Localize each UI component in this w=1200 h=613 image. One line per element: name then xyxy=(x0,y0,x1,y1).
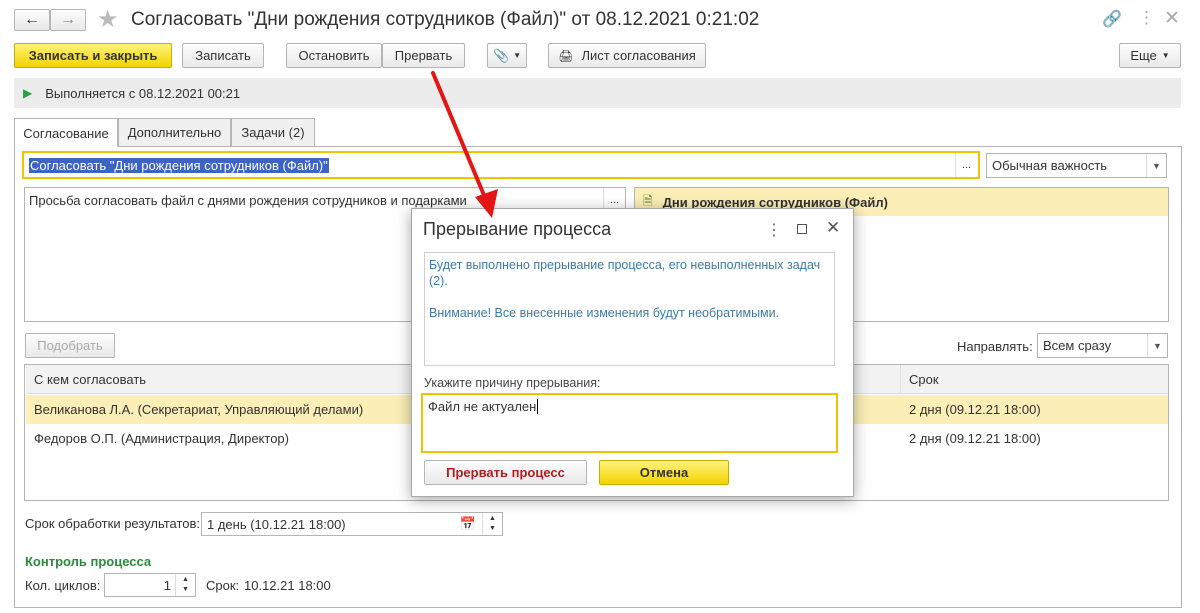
send-label: Направлять: xyxy=(957,339,1033,354)
chevron-down-icon: ▼ xyxy=(1146,154,1166,177)
status-text: Выполняется с 08.12.2021 00:21 xyxy=(45,85,241,101)
dialog-title: Прерывание процесса xyxy=(423,219,612,239)
close-icon[interactable]: ✕ xyxy=(826,218,840,238)
more-button[interactable]: Еще ▼ xyxy=(1119,43,1181,68)
processing-label: Срок обработки результатов: xyxy=(25,516,201,531)
forward-button[interactable]: → xyxy=(50,9,86,31)
arrow-left-icon: ← xyxy=(24,11,40,28)
processing-field[interactable]: 1 день (10.12.21 18:00) 📅 ▲ ▼ xyxy=(201,512,503,536)
subject-field[interactable]: Согласовать "Дни рождения сотрудников (Ф… xyxy=(22,151,980,179)
text-cursor xyxy=(537,399,539,414)
play-icon: ▶ xyxy=(23,86,33,100)
star-icon[interactable]: ★ xyxy=(97,5,119,34)
cycles-value: 1 xyxy=(163,577,171,593)
subject-more-button[interactable]: ... xyxy=(955,153,977,177)
row-who: Федоров О.П. (Администрация, Директор) xyxy=(34,431,289,446)
interrupt-dialog: Прерывание процесса ⋮ ✕ Будет выполнено … xyxy=(411,208,854,497)
back-button[interactable]: ← xyxy=(14,9,50,31)
chevron-down-icon: ▼ xyxy=(513,51,522,60)
dialog-message-line1: Будет выполнено прерывание процесса, его… xyxy=(429,258,821,288)
send-select[interactable]: Всем сразу ▼ xyxy=(1037,333,1168,358)
deadline-value: 10.12.21 18:00 xyxy=(244,578,331,593)
row-term: 2 дня (09.12.21 18:00) xyxy=(909,431,1041,446)
reason-field[interactable]: Файл не актуален xyxy=(421,393,838,453)
calendar-icon[interactable]: 📅 xyxy=(460,516,476,532)
save-button[interactable]: Записать xyxy=(182,43,264,68)
tab-tasks[interactable]: Задачи (2) xyxy=(231,118,315,146)
status-bar: ▶ Выполняется с 08.12.2021 00:21 xyxy=(14,78,1181,108)
print-icon: 🖨 xyxy=(558,48,574,63)
importance-value: Обычная важность xyxy=(992,158,1108,173)
arrow-right-icon: → xyxy=(60,11,76,28)
window-title: Согласовать "Дни рождения сотрудников (Ф… xyxy=(131,9,760,30)
more-vert-icon[interactable]: ⋮ xyxy=(766,220,782,240)
row-who: Великанова Л.А. (Секретариат, Управляющи… xyxy=(34,402,364,417)
pick-button[interactable]: Подобрать xyxy=(25,333,115,358)
tab-approval[interactable]: Согласование xyxy=(14,118,118,147)
stop-button[interactable]: Остановить xyxy=(286,43,382,68)
attach-button[interactable]: 📎 ▼ xyxy=(487,43,527,68)
send-value: Всем сразу xyxy=(1043,338,1112,353)
paperclip-icon: 📎 xyxy=(492,47,510,63)
spin-icon[interactable]: ▲ ▼ xyxy=(482,513,502,535)
cycles-label: Кол. циклов: xyxy=(25,578,101,593)
cycles-field[interactable]: 1 ▲ ▼ xyxy=(104,573,196,597)
control-heading: Контроль процесса xyxy=(25,554,152,569)
interrupt-button[interactable]: Прервать xyxy=(382,43,465,68)
tab-additional[interactable]: Дополнительно xyxy=(118,118,231,146)
approval-sheet-button[interactable]: 🖨 Лист согласования xyxy=(548,43,706,68)
dialog-message-line2: Внимание! Все внесенные изменения будут … xyxy=(429,306,780,320)
reason-text: Файл не актуален xyxy=(428,399,537,414)
row-term: 2 дня (09.12.21 18:00) xyxy=(909,402,1041,417)
header-who: С кем согласовать xyxy=(34,371,147,387)
subject-text: Согласовать "Дни рождения сотрудников (Ф… xyxy=(29,157,329,173)
close-window-icon[interactable]: ✕ xyxy=(1164,7,1180,30)
chevron-down-icon: ▼ xyxy=(1147,334,1167,357)
interrupt-process-button[interactable]: Прервать процесс xyxy=(424,460,587,485)
cancel-button[interactable]: Отмена xyxy=(599,460,729,485)
reason-label: Укажите причину прерывания: xyxy=(424,376,601,390)
more-vert-icon[interactable]: ⋮ xyxy=(1138,8,1155,28)
title-bar: ← → ★ Согласовать "Дни рождения сотрудни… xyxy=(0,0,1200,40)
column-divider xyxy=(900,365,901,394)
maximize-icon[interactable] xyxy=(797,224,807,234)
dialog-message-box: Будет выполнено прерывание процесса, его… xyxy=(424,252,835,366)
more-label: Еще xyxy=(1130,48,1157,63)
header-term: Срок xyxy=(909,371,939,387)
processing-value: 1 день (10.12.21 18:00) xyxy=(207,516,346,532)
save-close-button[interactable]: Записать и закрыть xyxy=(14,43,172,68)
spin-icon[interactable]: ▲ ▼ xyxy=(175,574,195,596)
deadline-label: Срок: xyxy=(206,578,240,593)
chevron-down-icon: ▼ xyxy=(1161,51,1170,60)
approval-sheet-label: Лист согласования xyxy=(581,48,696,63)
importance-select[interactable]: Обычная важность ▼ xyxy=(986,153,1167,178)
link-icon[interactable]: 🔗 xyxy=(1102,9,1122,29)
